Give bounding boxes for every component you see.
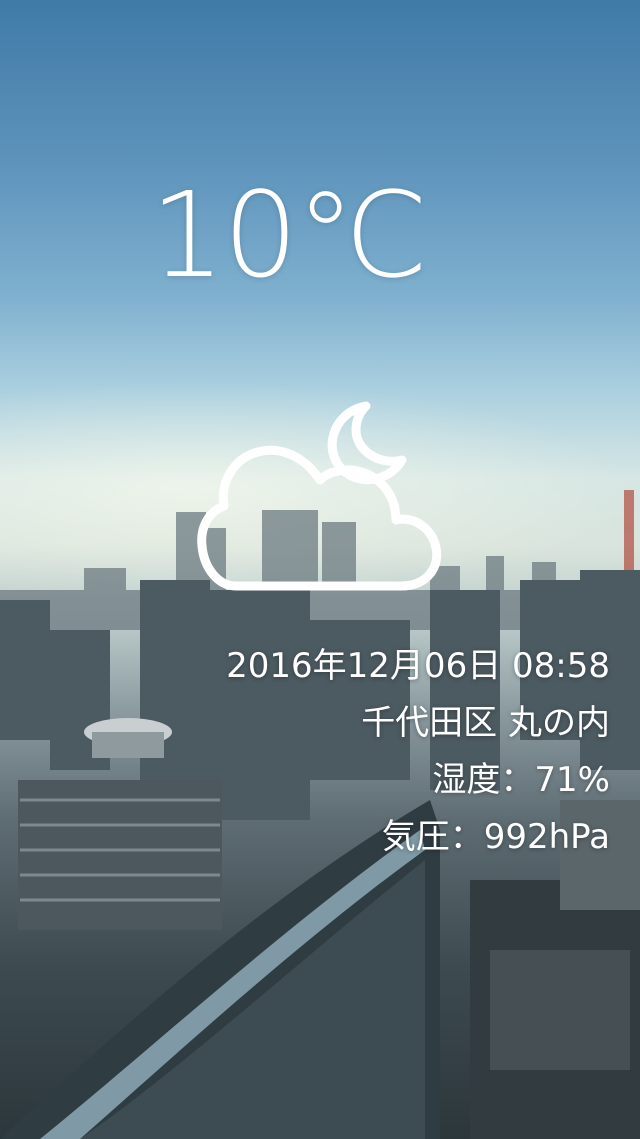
cloud-moon-icon: [197, 401, 442, 591]
pressure-text: 気圧：992hPa: [381, 817, 610, 857]
humidity-text: 湿度：71%: [432, 760, 610, 800]
datetime-text: 2016年12月06日 08:58: [226, 646, 610, 686]
location-text: 千代田区 丸の内: [361, 703, 610, 743]
weather-details: 2016年12月06日 08:58 千代田区 丸の内 湿度：71% 気圧：992…: [90, 638, 610, 866]
weather-screen: 10℃ 2016年12月06日 08:58 千代田区 丸の内 湿度：71% 気圧…: [0, 0, 640, 1139]
temperature-readout: 10℃: [150, 166, 429, 304]
